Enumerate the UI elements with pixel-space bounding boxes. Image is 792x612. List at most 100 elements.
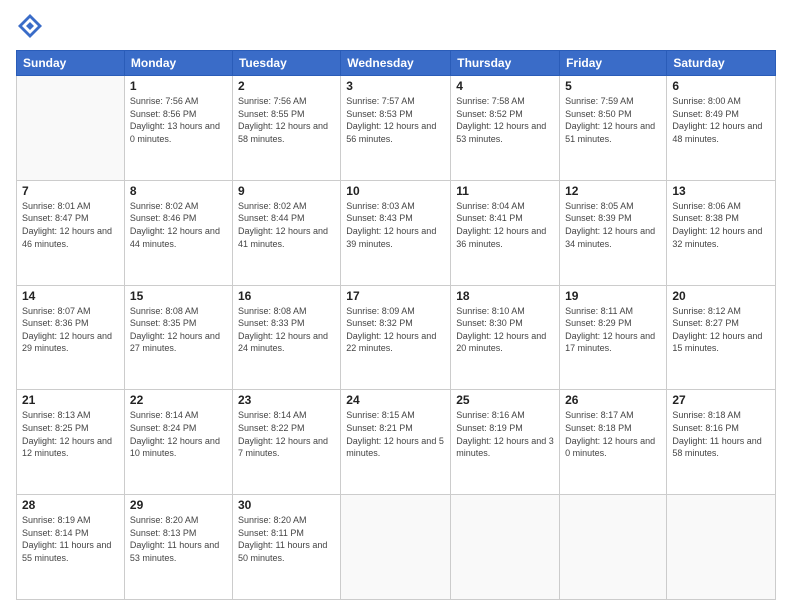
day-number: 28 bbox=[22, 498, 119, 512]
day-info: Sunrise: 8:02 AMSunset: 8:46 PMDaylight:… bbox=[130, 200, 227, 250]
day-info: Sunrise: 8:20 AMSunset: 8:11 PMDaylight:… bbox=[238, 514, 335, 564]
calendar-cell: 4 Sunrise: 7:58 AMSunset: 8:52 PMDaylight… bbox=[451, 76, 560, 181]
calendar-cell: 22 Sunrise: 8:14 AMSunset: 8:24 PMDayligh… bbox=[124, 390, 232, 495]
calendar-cell: 5Sunrise: 7:59 AMSunset: 8:50 PMDaylight… bbox=[560, 76, 667, 181]
day-info: Sunrise: 8:17 AMSunset: 8:18 PMDaylight:… bbox=[565, 409, 661, 459]
day-number: 19 bbox=[565, 289, 661, 303]
day-number: 3 bbox=[346, 79, 445, 93]
day-number: 13 bbox=[672, 184, 770, 198]
calendar-cell: 25Sunrise: 8:16 AMSunset: 8:19 PMDayligh… bbox=[451, 390, 560, 495]
day-number: 9 bbox=[238, 184, 335, 198]
day-number: 18 bbox=[456, 289, 554, 303]
week-row-3: 21 Sunrise: 8:13 AMSunset: 8:25 PMDayligh… bbox=[17, 390, 776, 495]
day-number: 27 bbox=[672, 393, 770, 407]
day-number: 25 bbox=[456, 393, 554, 407]
calendar-cell: 20 Sunrise: 8:12 AMSunset: 8:27 PMDayligh… bbox=[667, 285, 776, 390]
day-number: 14 bbox=[22, 289, 119, 303]
calendar-cell: 8 Sunrise: 8:02 AMSunset: 8:46 PMDaylight… bbox=[124, 180, 232, 285]
day-info: Sunrise: 8:06 AMSunset: 8:38 PMDaylight:… bbox=[672, 200, 770, 250]
day-info: Sunrise: 8:14 AMSunset: 8:24 PMDaylight:… bbox=[130, 409, 227, 459]
day-number: 15 bbox=[130, 289, 227, 303]
day-number: 6 bbox=[672, 79, 770, 93]
day-number: 2 bbox=[238, 79, 335, 93]
day-info: Sunrise: 8:10 AMSunset: 8:30 PMDaylight:… bbox=[456, 305, 554, 355]
day-info: Sunrise: 8:01 AMSunset: 8:47 PMDaylight:… bbox=[22, 200, 119, 250]
day-info: Sunrise: 8:13 AMSunset: 8:25 PMDaylight:… bbox=[22, 409, 119, 459]
weekday-header-row: SundayMondayTuesdayWednesdayThursdayFrid… bbox=[17, 51, 776, 76]
day-number: 20 bbox=[672, 289, 770, 303]
calendar-cell: 1 Sunrise: 7:56 AMSunset: 8:56 PMDaylight… bbox=[124, 76, 232, 181]
weekday-header-monday: Monday bbox=[124, 51, 232, 76]
header bbox=[16, 12, 776, 40]
weekday-header-wednesday: Wednesday bbox=[341, 51, 451, 76]
calendar-cell: 12Sunrise: 8:05 AMSunset: 8:39 PMDayligh… bbox=[560, 180, 667, 285]
logo-icon bbox=[16, 12, 44, 40]
day-info: Sunrise: 8:04 AMSunset: 8:41 PMDaylight:… bbox=[456, 200, 554, 250]
day-number: 17 bbox=[346, 289, 445, 303]
calendar-cell: 21 Sunrise: 8:13 AMSunset: 8:25 PMDayligh… bbox=[17, 390, 125, 495]
day-number: 30 bbox=[238, 498, 335, 512]
day-info: Sunrise: 7:58 AMSunset: 8:52 PMDaylight:… bbox=[456, 95, 554, 145]
day-info: Sunrise: 7:56 AMSunset: 8:56 PMDaylight:… bbox=[130, 95, 227, 145]
day-info: Sunrise: 8:08 AMSunset: 8:33 PMDaylight:… bbox=[238, 305, 335, 355]
week-row-4: 28 Sunrise: 8:19 AMSunset: 8:14 PMDayligh… bbox=[17, 495, 776, 600]
day-number: 26 bbox=[565, 393, 661, 407]
day-info: Sunrise: 8:09 AMSunset: 8:32 PMDaylight:… bbox=[346, 305, 445, 355]
calendar-cell: 7 Sunrise: 8:01 AMSunset: 8:47 PMDaylight… bbox=[17, 180, 125, 285]
day-info: Sunrise: 8:15 AMSunset: 8:21 PMDaylight:… bbox=[346, 409, 445, 459]
day-info: Sunrise: 8:00 AMSunset: 8:49 PMDaylight:… bbox=[672, 95, 770, 145]
day-info: Sunrise: 8:14 AMSunset: 8:22 PMDaylight:… bbox=[238, 409, 335, 459]
logo bbox=[16, 12, 48, 40]
calendar-cell: 28 Sunrise: 8:19 AMSunset: 8:14 PMDayligh… bbox=[17, 495, 125, 600]
calendar-cell: 13 Sunrise: 8:06 AMSunset: 8:38 PMDayligh… bbox=[667, 180, 776, 285]
day-info: Sunrise: 8:19 AMSunset: 8:14 PMDaylight:… bbox=[22, 514, 119, 564]
day-info: Sunrise: 7:56 AMSunset: 8:55 PMDaylight:… bbox=[238, 95, 335, 145]
day-number: 11 bbox=[456, 184, 554, 198]
calendar-cell bbox=[451, 495, 560, 600]
calendar-cell: 18 Sunrise: 8:10 AMSunset: 8:30 PMDayligh… bbox=[451, 285, 560, 390]
calendar-cell: 19Sunrise: 8:11 AMSunset: 8:29 PMDayligh… bbox=[560, 285, 667, 390]
weekday-header-tuesday: Tuesday bbox=[232, 51, 340, 76]
page: SundayMondayTuesdayWednesdayThursdayFrid… bbox=[0, 0, 792, 612]
calendar-cell bbox=[560, 495, 667, 600]
calendar-cell bbox=[17, 76, 125, 181]
day-number: 29 bbox=[130, 498, 227, 512]
day-number: 23 bbox=[238, 393, 335, 407]
day-number: 22 bbox=[130, 393, 227, 407]
calendar-cell: 26 Sunrise: 8:17 AMSunset: 8:18 PMDayligh… bbox=[560, 390, 667, 495]
day-info: Sunrise: 8:12 AMSunset: 8:27 PMDaylight:… bbox=[672, 305, 770, 355]
day-info: Sunrise: 7:57 AMSunset: 8:53 PMDaylight:… bbox=[346, 95, 445, 145]
calendar-cell: 23 Sunrise: 8:14 AMSunset: 8:22 PMDayligh… bbox=[232, 390, 340, 495]
day-number: 7 bbox=[22, 184, 119, 198]
day-info: Sunrise: 8:03 AMSunset: 8:43 PMDaylight:… bbox=[346, 200, 445, 250]
day-number: 8 bbox=[130, 184, 227, 198]
day-info: Sunrise: 7:59 AMSunset: 8:50 PMDaylight:… bbox=[565, 95, 661, 145]
calendar-cell: 11 Sunrise: 8:04 AMSunset: 8:41 PMDayligh… bbox=[451, 180, 560, 285]
calendar-cell: 30 Sunrise: 8:20 AMSunset: 8:11 PMDayligh… bbox=[232, 495, 340, 600]
calendar-cell: 6 Sunrise: 8:00 AMSunset: 8:49 PMDaylight… bbox=[667, 76, 776, 181]
calendar-cell: 15Sunrise: 8:08 AMSunset: 8:35 PMDayligh… bbox=[124, 285, 232, 390]
week-row-0: 1 Sunrise: 7:56 AMSunset: 8:56 PMDaylight… bbox=[17, 76, 776, 181]
calendar-cell: 24 Sunrise: 8:15 AMSunset: 8:21 PMDayligh… bbox=[341, 390, 451, 495]
calendar-cell: 3 Sunrise: 7:57 AMSunset: 8:53 PMDaylight… bbox=[341, 76, 451, 181]
day-number: 10 bbox=[346, 184, 445, 198]
calendar-cell: 10 Sunrise: 8:03 AMSunset: 8:43 PMDayligh… bbox=[341, 180, 451, 285]
day-number: 1 bbox=[130, 79, 227, 93]
calendar-cell bbox=[667, 495, 776, 600]
weekday-header-sunday: Sunday bbox=[17, 51, 125, 76]
week-row-2: 14 Sunrise: 8:07 AMSunset: 8:36 PMDayligh… bbox=[17, 285, 776, 390]
day-info: Sunrise: 8:07 AMSunset: 8:36 PMDaylight:… bbox=[22, 305, 119, 355]
calendar-cell: 2 Sunrise: 7:56 AMSunset: 8:55 PMDaylight… bbox=[232, 76, 340, 181]
calendar-cell: 29 Sunrise: 8:20 AMSunset: 8:13 PMDayligh… bbox=[124, 495, 232, 600]
weekday-header-saturday: Saturday bbox=[667, 51, 776, 76]
calendar-table: SundayMondayTuesdayWednesdayThursdayFrid… bbox=[16, 50, 776, 600]
calendar-cell: 16Sunrise: 8:08 AMSunset: 8:33 PMDayligh… bbox=[232, 285, 340, 390]
day-number: 24 bbox=[346, 393, 445, 407]
day-info: Sunrise: 8:20 AMSunset: 8:13 PMDaylight:… bbox=[130, 514, 227, 564]
day-info: Sunrise: 8:05 AMSunset: 8:39 PMDaylight:… bbox=[565, 200, 661, 250]
day-number: 4 bbox=[456, 79, 554, 93]
day-info: Sunrise: 8:18 AMSunset: 8:16 PMDaylight:… bbox=[672, 409, 770, 459]
day-number: 21 bbox=[22, 393, 119, 407]
calendar-cell: 17 Sunrise: 8:09 AMSunset: 8:32 PMDayligh… bbox=[341, 285, 451, 390]
week-row-1: 7 Sunrise: 8:01 AMSunset: 8:47 PMDaylight… bbox=[17, 180, 776, 285]
